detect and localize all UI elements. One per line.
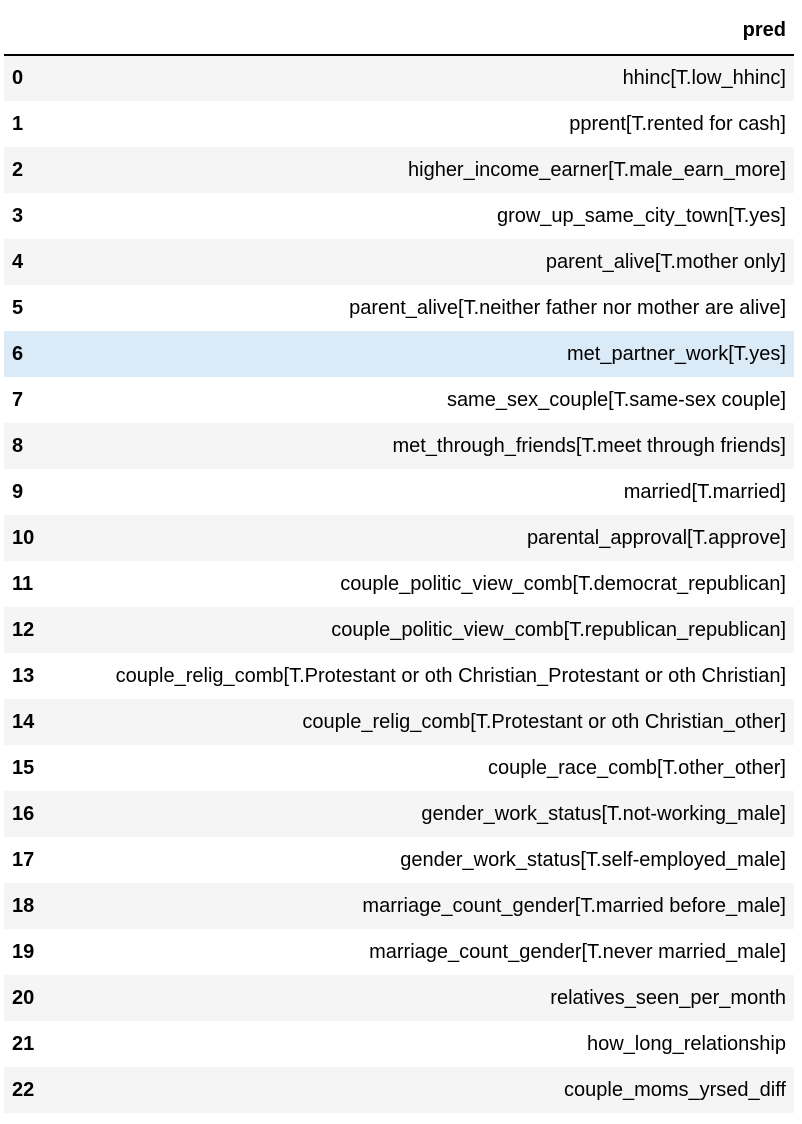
row-index: 3 [12, 204, 24, 227]
row-index: 1 [12, 112, 24, 135]
pred-cell: same_sex_couple[T.same-sex couple] [446, 388, 786, 411]
pred-cell: couple_politic_view_comb[T.republican_re… [331, 618, 786, 641]
pred-cell: met_through_friends[T.meet through frien… [392, 434, 786, 457]
row-index: 8 [12, 434, 24, 457]
pred-cell: parent_alive[T.neither father nor mother… [349, 296, 786, 319]
table-row: 8 met_through_friends[T.meet through frie… [4, 423, 794, 469]
row-index: 13 [12, 664, 35, 687]
row-index: 20 [12, 986, 35, 1009]
row-index: 10 [12, 526, 35, 549]
pred-cell: how_long_relationship [586, 1032, 786, 1055]
row-index: 7 [12, 388, 24, 411]
row-index: 9 [12, 480, 24, 503]
pred-cell: higher_income_earner[T.male_earn_more] [408, 158, 786, 181]
pred-cell: grow_up_same_city_town[T.yes] [496, 204, 786, 227]
pred-cell: met_partner_work[T.yes] [567, 342, 786, 365]
row-index: 2 [12, 158, 24, 181]
index-header [4, 0, 54, 56]
row-index: 11 [12, 572, 34, 595]
table-row: 21 how_long_relationship [4, 1021, 794, 1067]
row-index: 5 [12, 296, 24, 319]
pred-cell: couple_politic_view_comb[T.democrat_repu… [340, 572, 786, 595]
table-row: 10 parental_approval[T.approve] [4, 515, 794, 561]
row-index: 21 [12, 1032, 35, 1055]
table-row: 1 pprent[T.rented for cash] [4, 101, 794, 147]
table-row: 17 gender_work_status[T.self-employed_mal… [4, 837, 794, 883]
table-row: 6 met_partner_work[T.yes] [4, 331, 794, 377]
table-row: 4 parent_alive[T.mother only] [4, 239, 794, 285]
pred-cell: parent_alive[T.mother only] [545, 250, 786, 273]
pred-cell: relatives_seen_per_month [550, 986, 786, 1009]
row-index: 4 [12, 250, 24, 273]
table-row: 0 hhinc[T.low_hhinc] [4, 55, 794, 101]
table-row: 15 couple_race_comb[T.other_other] [4, 745, 794, 791]
table-body: 0 hhinc[T.low_hhinc] 1 pprent[T.rented for … [4, 55, 794, 1113]
pred-cell: marriage_count_gender[T.married before_m… [362, 894, 786, 917]
row-index: 0 [12, 67, 24, 89]
table-row: 2 higher_income_earner[T.male_earn_more] [4, 147, 794, 193]
table-row: 11 couple_politic_view_comb[T.democrat_re… [4, 561, 794, 607]
table-row: 19 marriage_count_gender[T.never married_… [4, 929, 794, 975]
table-row: 7 same_sex_couple[T.same-sex couple] [4, 377, 794, 423]
table-row: 5 parent_alive[T.neither father nor mothe… [4, 285, 794, 331]
table-row: 16 gender_work_status[T.not-working_male] [4, 791, 794, 837]
pred-cell: parental_approval[T.approve] [526, 526, 786, 549]
table-header: pred [4, 0, 794, 56]
table-row: 12 couple_politic_view_comb[T.republican_… [4, 607, 794, 653]
pred-cell: couple_moms_yrsed_diff [564, 1078, 786, 1101]
row-index: 18 [12, 894, 35, 917]
row-index: 6 [12, 342, 24, 365]
row-index: 16 [12, 802, 35, 825]
pred-cell: gender_work_status[T.self-employed_male] [400, 848, 786, 871]
row-index: 22 [12, 1078, 35, 1101]
dataframe-output: pred 0 hhinc[T.low_hhinc] 1 pprent[T.rented… [0, 0, 802, 1124]
table-row: 14 couple_relig_comb[T.Protestant or oth … [4, 699, 794, 745]
table-row: 3 grow_up_same_city_town[T.yes] [4, 193, 794, 239]
row-index: 12 [12, 618, 35, 641]
table-row: 13 couple_relig_comb[T.Protestant or oth … [4, 653, 794, 699]
table-row: 20 relatives_seen_per_month [4, 975, 794, 1021]
pred-cell: couple_relig_comb[T.Protestant or oth Ch… [302, 710, 786, 733]
dataframe-table: pred 0 hhinc[T.low_hhinc] 1 pprent[T.rented… [4, 0, 794, 1113]
pred-cell: hhinc[T.low_hhinc] [622, 67, 786, 89]
table-row: 18 marriage_count_gender[T.married before… [4, 883, 794, 929]
row-index: 17 [12, 848, 35, 871]
column-header-pred: pred [54, 0, 794, 56]
pred-cell: couple_relig_comb[T.Protestant or oth Ch… [115, 664, 786, 687]
pred-cell: couple_race_comb[T.other_other] [488, 756, 786, 779]
pred-cell: married[T.married] [623, 480, 786, 503]
row-index: 15 [12, 756, 35, 779]
row-index: 19 [12, 940, 35, 963]
row-index: 14 [12, 710, 35, 733]
header-row: pred [4, 0, 794, 56]
table-row: 9 married[T.married] [4, 469, 794, 515]
pred-cell: marriage_count_gender[T.never married_ma… [369, 940, 786, 963]
table-row: 22 couple_moms_yrsed_diff [4, 1067, 794, 1113]
pred-cell: gender_work_status[T.not-working_male] [421, 802, 786, 825]
pred-cell: pprent[T.rented for cash] [569, 112, 786, 135]
